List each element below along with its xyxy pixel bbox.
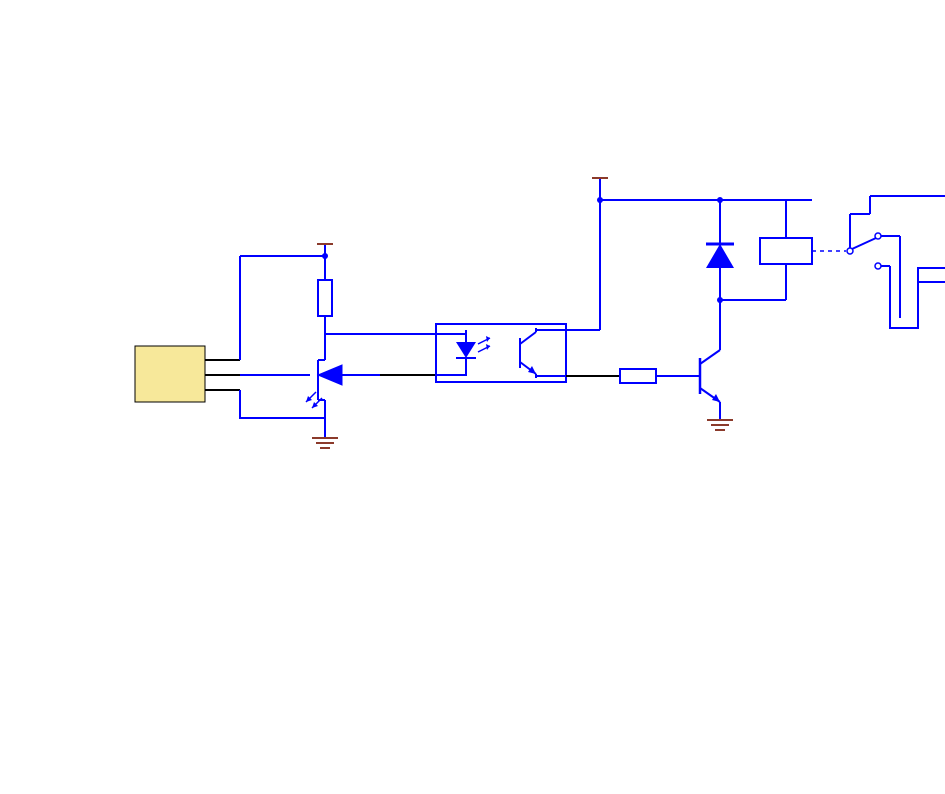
resistor-r1	[318, 256, 332, 334]
circuit-schematic	[0, 0, 945, 794]
led-driver	[306, 334, 380, 418]
r2-and-q2	[566, 300, 720, 420]
mcu-block	[135, 346, 240, 402]
mcu-wires	[240, 256, 325, 438]
ground-left	[312, 438, 338, 448]
optocoupler	[436, 324, 566, 382]
load-stubs	[918, 282, 945, 328]
ground-right	[707, 420, 733, 430]
relay-coil-conn	[720, 200, 786, 300]
relay-switch	[847, 196, 945, 328]
flyback-diode	[706, 200, 734, 300]
